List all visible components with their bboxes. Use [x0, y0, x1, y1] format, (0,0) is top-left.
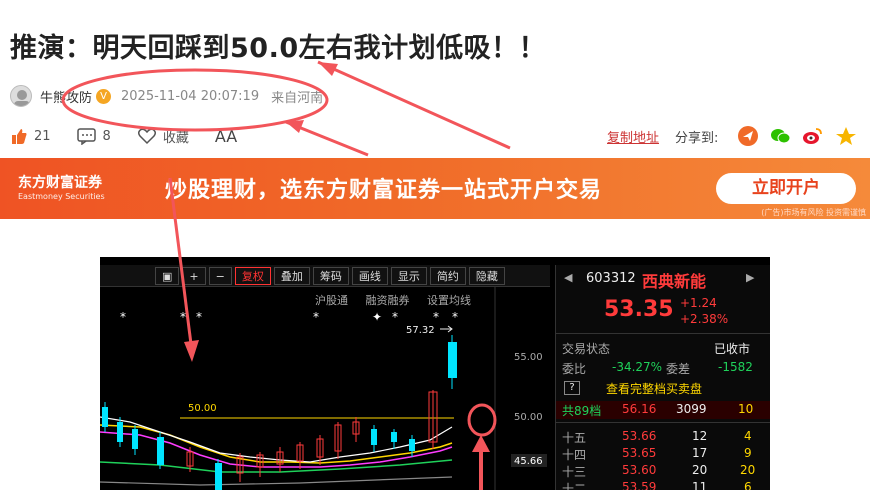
high-label: 57.32: [406, 325, 435, 336]
weicha-label: 委差: [666, 362, 691, 376]
total-price: 56.16: [622, 402, 657, 416]
annotation-arrowhead: [472, 435, 490, 452]
total-volume: 3099: [676, 402, 707, 416]
annotation-arrowhead: [318, 62, 338, 76]
weibi-value: -34.27%: [612, 360, 663, 374]
quote-panel: ◀ 603312 西典新能 ▶ 53.35 +1.24 +2.38% 交易状态 …: [555, 265, 770, 490]
svg-text:55.00: 55.00: [514, 352, 543, 363]
support-line-label: 50.00: [188, 403, 217, 414]
price-axis: 55.00 50.00 45.66: [511, 352, 547, 467]
annotation-overlay-top: [61, 60, 511, 157]
highlight-circle: [467, 403, 497, 437]
svg-text:*: *: [120, 310, 126, 324]
price-change: +1.24: [680, 296, 717, 310]
annotation-arrow: [317, 60, 511, 150]
svg-text:✦: ✦: [372, 310, 382, 324]
price-change-pct: +2.38%: [680, 312, 729, 326]
svg-text:*: *: [196, 310, 202, 324]
candlestick-plot: * * * * ✦ * * * 50.00 57.32 55.00 50.00 …: [100, 287, 547, 490]
svg-text:45.66: 45.66: [514, 456, 543, 467]
help-icon[interactable]: ?: [564, 381, 580, 395]
marker-stars: * * * * ✦ * * *: [120, 310, 458, 324]
ad-slogan: 炒股理财，选东方财富证券一站式开户交易: [165, 178, 603, 203]
svg-text:*: *: [313, 310, 319, 324]
candles: [102, 335, 457, 490]
total-count: 10: [738, 402, 754, 416]
brand-name-en: Eastmoney Securities: [18, 192, 105, 201]
next-stock-icon[interactable]: ▶: [746, 271, 754, 284]
ad-disclaimer: (广告)市场有风险 投资需谨慎: [761, 208, 866, 217]
brand-logo: 东方财富证券 Eastmoney Securities: [18, 172, 105, 201]
weicha-value: -1582: [718, 360, 753, 374]
svg-text:*: *: [452, 310, 458, 324]
total-levels: 共89档: [562, 404, 602, 418]
svg-text:*: *: [392, 310, 398, 324]
ad-banner[interactable]: 东方财富证券 Eastmoney Securities 炒股理财，选东方财富证券…: [0, 158, 870, 219]
prev-stock-icon[interactable]: ◀: [564, 271, 572, 284]
status-value: 已收市: [714, 342, 751, 356]
status-label: 交易状态: [562, 342, 611, 356]
stock-name: 西典新能: [642, 272, 707, 291]
open-account-button[interactable]: 立即开户: [716, 173, 856, 204]
svg-text:50.00: 50.00: [514, 412, 543, 423]
last-price: 53.35: [604, 297, 674, 322]
svg-text:*: *: [180, 310, 186, 324]
svg-text:*: *: [433, 310, 439, 324]
stock-chart-screenshot: ▣ + − 复权 叠加 筹码 画线 显示 简约 隐藏 沪股通 融资融券 设置均线…: [100, 257, 770, 490]
full-book-link[interactable]: 查看完整档买卖盘: [606, 380, 702, 397]
stock-code: 603312: [586, 271, 636, 286]
brand-name: 东方财富证券: [18, 175, 102, 191]
weibi-label: 委比: [562, 362, 587, 376]
annotation-arrowhead: [286, 120, 304, 133]
